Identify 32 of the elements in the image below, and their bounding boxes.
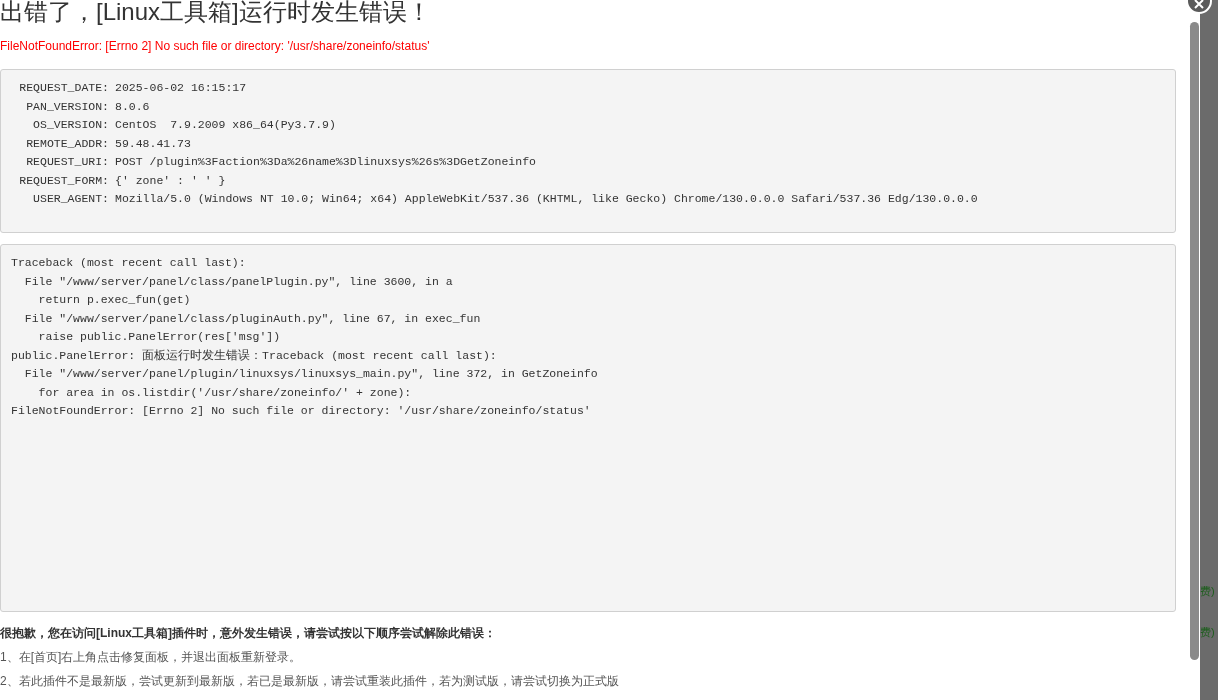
info-key: OS_VERSION: [11,116,109,135]
traceback-line: File "/www/server/panel/class/pluginAuth.py", line 67, in exec_fun [23,310,481,327]
traceback-line: File "/www/server/panel/plugin/linuxsys/linuxsys_main.py", line 372, in GetZoneinfo [23,366,598,382]
background-text: 费) [1200,584,1216,599]
info-value: POST /plugin%3Faction%3Da%26name%3Dlinuxsys%26s%3DGetZoneinfo [115,154,536,170]
info-value: Mozilla/5.0 (Windows NT 10.0; Win64; x64) AppleWebKit/537.36 (KHTML, like Gecko) Chrome/130.0.0.0 Safari/537.36 Edg/130.0.0.0 [115,191,978,207]
info-value: 2025-06-02 16:15:17 [115,80,247,96]
traceback-line: FileNotFoundError: [Errno 2] No such file or directory: '/usr/share/zoneinfo/status' [11,403,591,419]
traceback-line: return p.exec_fun(get) [37,292,191,308]
info-key: PAN_VERSION: [11,97,109,116]
info-key: REMOTE_ADDR: [11,134,109,153]
scrollbar-thumb[interactable] [1189,22,1199,660]
info-value: 59.48.41.73 [115,135,191,152]
traceback-line: Traceback (most recent call last): [11,255,246,271]
help-heading: 很抱歉，您在访问[Linux工具箱]插件时，意外发生错误，请尝试按以下顺序尝试解除此错误： [0,625,497,642]
info-value: CentOS 7.9.2009 x86_64(Py3.7.9) [115,117,336,133]
close-icon [1194,0,1204,9]
info-value: 8.0.6 [115,98,150,115]
error-title: 出错了，[Linux工具箱]运行时发生错误！ [0,0,432,26]
background-text: 费) [1200,624,1216,640]
info-key: REQUEST_URI: [11,153,109,172]
traceback-line: public.PanelError: 面板运行时发生错误：Traceback (most recent call last): [11,347,497,364]
help-step: 2、若此插件不是最新版，尝试更新到最新版，若已是最新版，请尝试重装此插件，若为测试版，请尝试切换为正式版 [0,672,1176,690]
info-key: REQUEST_DATE: [11,79,109,98]
help-step: 1、在[首页]右上角点击修复面板，并退出面板重新登录。 [0,648,1176,666]
info-key: REQUEST_FORM: [11,171,109,190]
traceback-line: for area in os.listdir('/usr/share/zoneinfo/' + zone): [37,384,412,401]
info-value: {' zone' : ' ' } [115,172,226,189]
error-message: FileNotFoundError: [Errno 2] No such file or directory: '/usr/share/zoneinfo/status' [0,38,431,55]
info-key: USER_AGENT: [11,190,109,209]
traceback-line: File "/www/server/panel/class/panelPlugin.py", line 3600, in a [23,273,453,290]
traceback-line: raise public.PanelError(res['msg']) [37,329,281,345]
